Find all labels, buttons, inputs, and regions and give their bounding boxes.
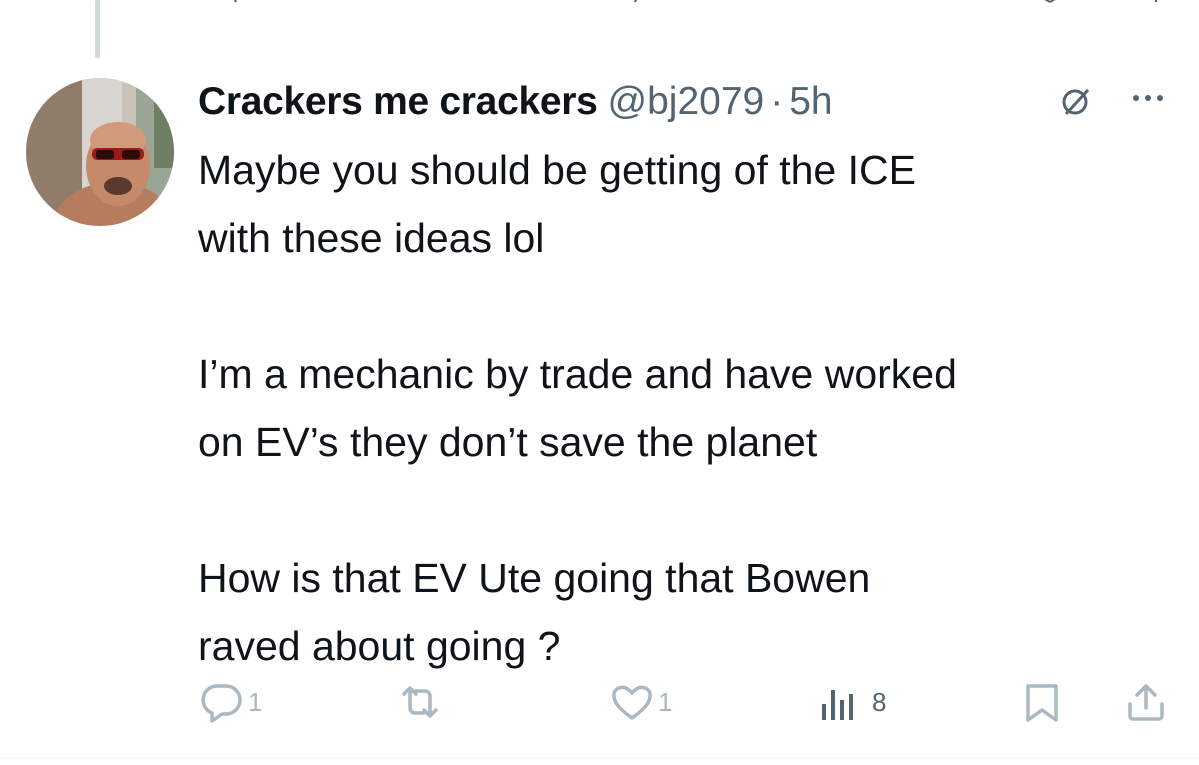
tweet-actions: 1 1 8 [198,676,1178,728]
share-button[interactable] [1124,676,1168,728]
reply-count: 1 [248,686,263,717]
author-handle[interactable]: @bj2079 [608,80,765,124]
share-icon [1128,684,1164,721]
avatar[interactable] [26,78,174,226]
retweet-button[interactable] [396,676,446,728]
author-name[interactable]: Crackers me crackers [198,80,598,124]
tweet-header: Crackers me crackers @bj2079 · 5h [198,74,1179,130]
views-count: 8 [872,686,887,717]
views-icon-fragment [820,0,860,6]
like-icon-fragment [634,0,638,3]
tweet-body: Maybe you should be getting of the ICE w… [198,147,957,669]
reply-icon [201,684,242,723]
share-icon-fragment [1155,0,1157,2]
previous-tweet-actions-fragment [0,0,1199,12]
views-button[interactable]: 8 [818,676,886,728]
retweet-icon [402,686,438,718]
separator-dot: · [770,80,784,123]
heart-icon [612,685,652,720]
bookmark-icon-fragment [1044,0,1056,3]
like-button[interactable]: 1 [608,676,672,728]
grok-icon[interactable] [1056,82,1096,122]
views-icon [822,690,853,720]
bookmark-button[interactable] [1020,676,1064,728]
bookmark-icon [1026,684,1058,722]
like-count: 1 [658,686,673,717]
avatar-photo [26,78,174,226]
timestamp[interactable]: 5h [789,80,832,124]
more-icon[interactable] [1128,78,1168,118]
reply-button[interactable]: 1 [198,676,262,728]
reply-icon-fragment [233,0,237,3]
divider [0,758,1199,759]
